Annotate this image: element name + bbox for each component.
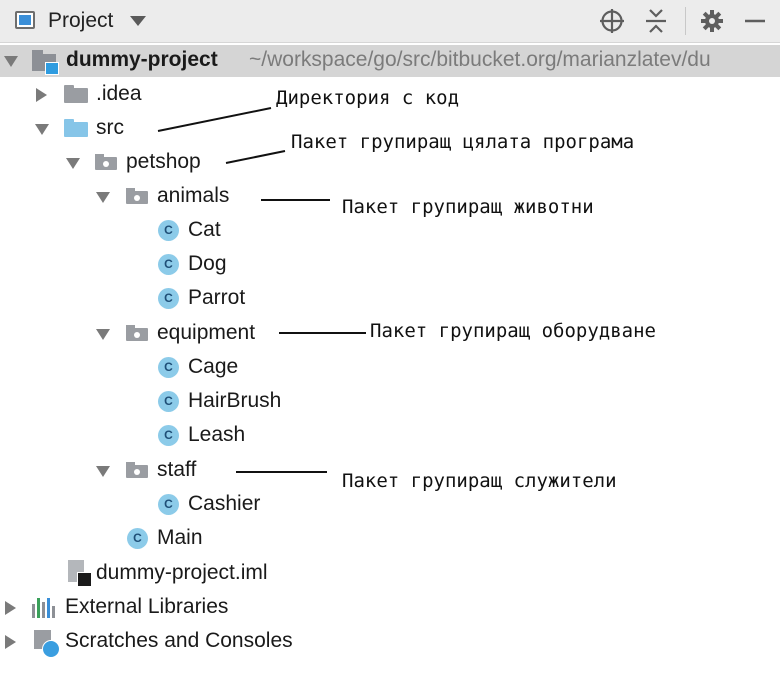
annotation-src: Директория с код: [276, 87, 460, 109]
annotation-equipment: Пакет групиращ оборудване: [370, 320, 656, 342]
annotation-staff: Пакет групиращ служители: [342, 470, 617, 492]
annotation-line-petshop: [225, 150, 286, 164]
annotation-line-src: [157, 107, 272, 132]
annotation-petshop: Пакет групиращ цялата програма: [291, 131, 635, 153]
annotation-animals: Пакет групиращ животни: [342, 196, 594, 218]
